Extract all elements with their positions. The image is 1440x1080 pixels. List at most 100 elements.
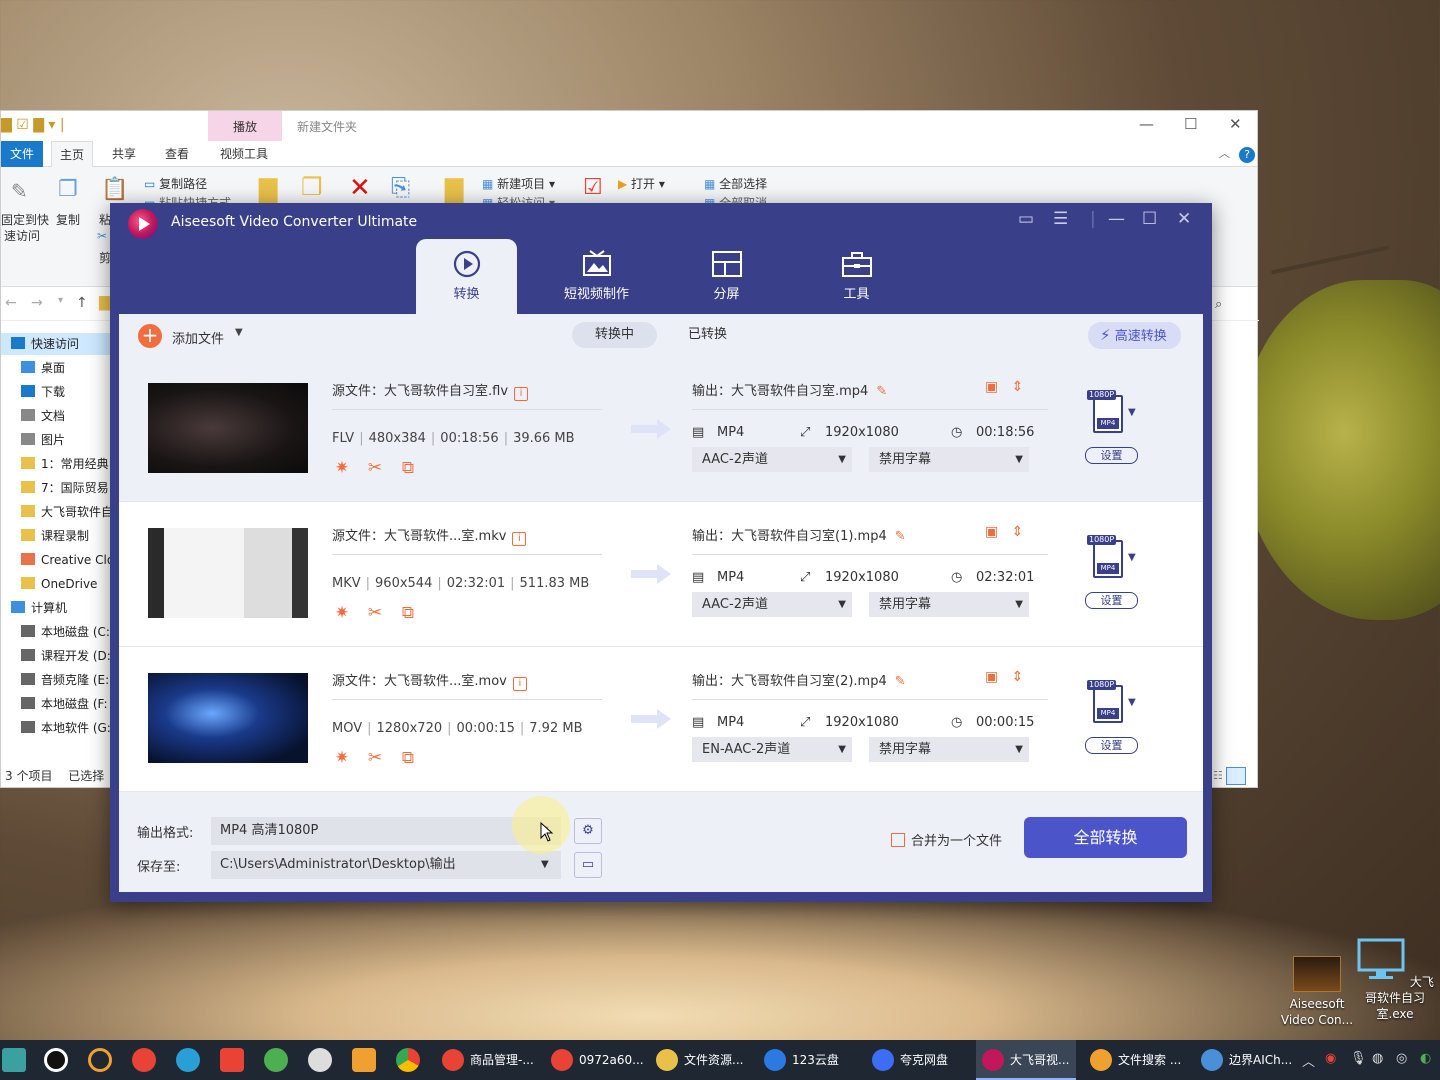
taskbar-app[interactable]: 商品管理-... — [436, 1040, 536, 1080]
tray-app-icon[interactable]: ◍ — [1372, 1051, 1383, 1066]
feedback-icon[interactable]: ▭ — [1018, 209, 1034, 229]
taskbar-app[interactable]: 0972a60... — [545, 1040, 645, 1080]
select-all-button[interactable]: ▦ 全部选择 — [704, 175, 767, 192]
compare-icon[interactable]: ▣ — [985, 669, 998, 685]
quick-access-toolbar[interactable]: ▇ ☑ ▇ ▾ | — [1, 117, 65, 133]
chrome-icon[interactable] — [396, 1048, 420, 1072]
save-to-select[interactable]: C:\Users\Administrator\Desktop\输出 ▼ — [211, 851, 561, 879]
close-icon[interactable]: ✕ — [1177, 209, 1191, 229]
minimize-icon[interactable]: — — [1108, 209, 1125, 229]
media-icon[interactable] — [352, 1048, 376, 1072]
video-thumbnail[interactable] — [148, 673, 308, 763]
delete-icon[interactable]: ✕ — [349, 173, 371, 203]
panda-icon[interactable] — [264, 1048, 288, 1072]
audio-track-select[interactable]: AAC-2声道 ▼ — [692, 447, 852, 472]
edit-icon[interactable]: ⧉ — [398, 603, 418, 623]
forward-icon[interactable]: → — [31, 295, 43, 311]
chevron-down-icon[interactable]: ▼ — [838, 592, 846, 617]
file-row[interactable]: 源文件：大飞哥软件...室.mkv i MKV | 960x544 | 02:32:01 |… — [119, 502, 1203, 647]
tab-converted[interactable]: 已转换 — [665, 322, 750, 348]
copy-path-button[interactable]: ▭ 复制路径 — [144, 175, 207, 192]
minimize-icon[interactable]: — — [1139, 115, 1154, 133]
video-thumbnail[interactable] — [148, 383, 308, 473]
maximize-icon[interactable]: ☐ — [1142, 209, 1157, 229]
convert-all-button[interactable]: 全部转换 — [1024, 817, 1187, 858]
output-format-badge[interactable]: 1080P MP4 — [1087, 680, 1123, 723]
audio-track-select[interactable]: AAC-2声道 ▼ — [692, 592, 852, 617]
tab-collage[interactable]: 分屏 — [676, 239, 777, 314]
copy-to-icon[interactable]: ❐ — [301, 173, 323, 201]
taskbar-app[interactable]: 边界AICh... — [1195, 1040, 1295, 1080]
scissors-icon[interactable]: ✂ — [365, 603, 385, 623]
compress-icon[interactable]: ⇕ — [1012, 669, 1024, 685]
info-icon[interactable]: i — [514, 387, 529, 401]
chat-icon[interactable] — [176, 1048, 200, 1072]
chevron-down-icon[interactable]: ▼ — [1128, 552, 1136, 563]
up-icon[interactable]: ↑ — [76, 295, 88, 311]
chevron-down-icon[interactable]: ▼ — [1128, 407, 1136, 418]
new-folder-icon[interactable]: ▇ — [445, 175, 463, 203]
compare-icon[interactable]: ▣ — [985, 524, 998, 540]
taskbar-app[interactable]: 123云盘 — [758, 1040, 858, 1080]
view-toggle[interactable]: ☷ — [1213, 767, 1247, 785]
pin-label[interactable]: 固定到快 — [1, 211, 49, 228]
info-icon[interactable]: i — [512, 677, 527, 691]
new-item-button[interactable]: ▦ 新建项目 ▾ — [482, 175, 555, 192]
help-icon[interactable]: ? — [1239, 147, 1255, 163]
desktop-icon-exe[interactable]: 大飞哥软件自习室.exe — [1355, 938, 1435, 1022]
file-row[interactable]: 源文件：大飞哥软件自习室.flv i FLV | 480x384 | 00:18:56 | 3… — [119, 357, 1203, 502]
search-app-icon[interactable] — [88, 1048, 112, 1072]
settings-button[interactable]: 设置 — [1085, 447, 1138, 464]
tab-home[interactable]: 主页 — [51, 141, 94, 167]
sidebar-item[interactable]: 下载 — [1, 381, 111, 403]
tab-toolbox[interactable]: 工具 — [806, 239, 907, 314]
sidebar-item[interactable]: OneDrive — [1, 573, 111, 595]
properties-icon[interactable]: ☑ — [583, 175, 603, 200]
sidebar-item[interactable]: 文档 — [1, 405, 111, 427]
screen-recorder-icon[interactable] — [132, 1048, 156, 1072]
copy-icon[interactable]: ❐ — [58, 177, 78, 202]
merge-checkbox[interactable]: 合并为一个文件 — [891, 830, 1002, 849]
sidebar-item[interactable]: 本地软件 (G: — [1, 717, 111, 739]
close-icon[interactable]: ✕ — [1229, 115, 1242, 133]
tray-wechat-icon[interactable]: ◐ — [1420, 1051, 1431, 1066]
output-format-badge[interactable]: 1080P MP4 — [1087, 390, 1123, 433]
chevron-down-icon[interactable]: ▼ — [1015, 447, 1023, 472]
tray-record-icon[interactable]: ◉ — [1325, 1051, 1336, 1066]
wps-icon[interactable] — [220, 1048, 244, 1072]
search-icon[interactable]: ⌕ — [1215, 297, 1222, 312]
sidebar-item[interactable]: 本地磁盘 (C: — [1, 621, 111, 643]
sidebar-item[interactable]: 课程录制 — [1, 525, 111, 547]
enhance-icon[interactable]: ✷ — [332, 458, 352, 478]
taskbar-app[interactable]: 文件搜索 ... — [1084, 1040, 1188, 1080]
tray-mic-icon[interactable]: 🎙 — [1350, 1051, 1367, 1066]
chevron-down-icon[interactable]: ▼ — [1015, 737, 1023, 762]
sidebar-item[interactable]: 本地磁盘 (F: — [1, 693, 111, 715]
sidebar-item[interactable]: Creative Clou — [1, 549, 111, 571]
back-icon[interactable]: ← — [5, 295, 17, 311]
audio-track-select[interactable]: EN-AAC-2声道 ▼ — [692, 737, 852, 762]
fox-icon[interactable] — [308, 1048, 332, 1072]
paste-icon[interactable]: 📋 — [101, 177, 128, 202]
maximize-icon[interactable]: ☐ — [1184, 115, 1197, 133]
taskbar-app[interactable]: 夸克网盘 — [866, 1040, 966, 1080]
chevron-down-icon[interactable]: ▼ — [1128, 697, 1136, 708]
format-settings-icon[interactable]: ⚙ — [574, 818, 602, 844]
copy-button[interactable]: 复制 — [56, 211, 80, 228]
start-icon[interactable] — [2, 1048, 26, 1072]
sidebar-item[interactable]: 音频克隆 (E: — [1, 669, 111, 691]
fast-convert-button[interactable]: ⚡ 高速转换 — [1088, 322, 1181, 349]
compress-icon[interactable]: ⇕ — [1012, 379, 1024, 395]
edit-icon[interactable]: ⧉ — [398, 748, 418, 768]
scissors-icon[interactable]: ✂ — [97, 229, 107, 243]
tray-chrome-icon[interactable]: ◎ — [1396, 1051, 1407, 1066]
sidebar-item[interactable]: 图片 — [1, 429, 111, 451]
tab-view[interactable]: 查看 — [157, 141, 197, 167]
checkbox-icon[interactable] — [891, 833, 905, 847]
tab-video-tools[interactable]: 视频工具 — [212, 141, 276, 167]
record-icon[interactable] — [44, 1048, 68, 1072]
play-context-tab[interactable]: 播放 — [208, 111, 282, 141]
pencil-icon[interactable]: ✎ — [895, 674, 906, 689]
settings-button[interactable]: 设置 — [1085, 592, 1138, 609]
settings-button[interactable]: 设置 — [1085, 737, 1138, 754]
